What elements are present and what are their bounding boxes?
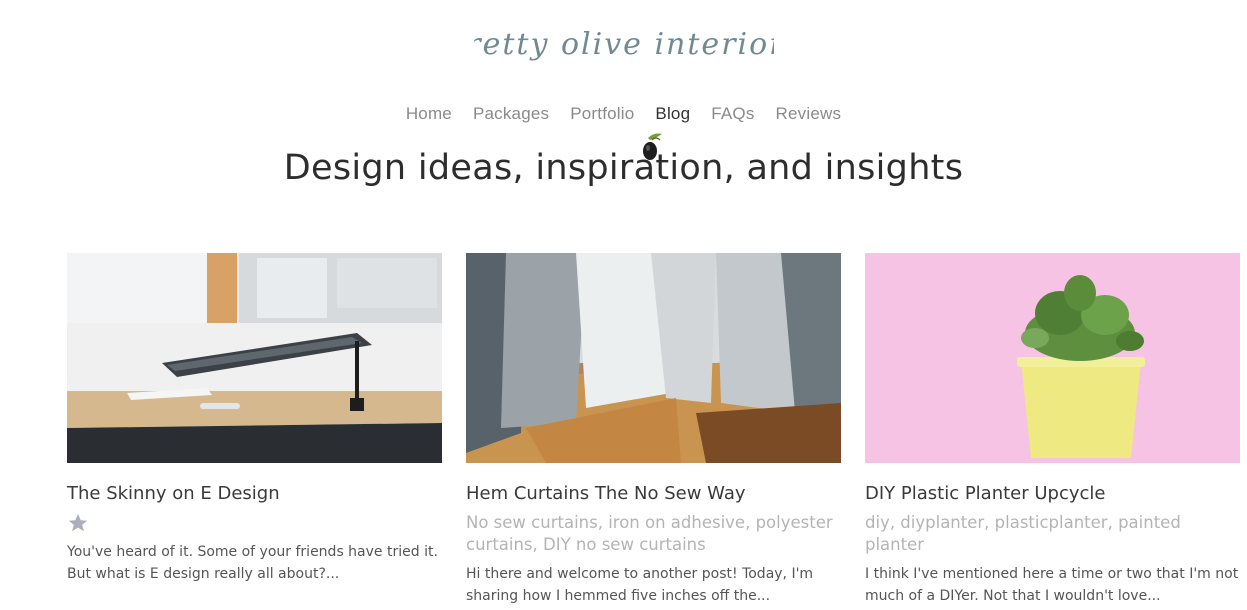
script-logo: pretty olive interiors <box>474 27 774 62</box>
post-image-desk[interactable] <box>67 253 442 463</box>
post-tags[interactable]: No sew curtains, iron on adhesive, polye… <box>466 512 841 556</box>
post-excerpt: I think I've mentioned here a time or tw… <box>865 566 1239 604</box>
post-excerpt: Hi there and welcome to another post! To… <box>466 566 814 604</box>
nav-reviews[interactable]: Reviews <box>776 104 842 124</box>
nav-faqs[interactable]: FAQs <box>711 104 754 124</box>
olive-cursor-icon <box>643 133 662 160</box>
post-title[interactable]: DIY Plastic Planter Upcycle <box>865 483 1240 504</box>
post-title[interactable]: Hem Curtains The No Sew Way <box>466 483 841 504</box>
post-image-planter[interactable] <box>865 253 1240 463</box>
brand-name: pretty olive interiors <box>474 27 774 62</box>
nav-portfolio[interactable]: Portfolio <box>570 104 634 124</box>
nav-packages[interactable]: Packages <box>473 104 549 124</box>
page-title: Design ideas, inspiration, and insights <box>283 148 964 188</box>
nav-home[interactable]: Home <box>406 104 452 124</box>
post-excerpt: You've heard of it. Some of your friends… <box>67 544 438 582</box>
post-card[interactable]: The Skinny on E Design You've heard of i… <box>67 253 442 585</box>
post-image-curtain[interactable] <box>466 253 841 463</box>
main-nav: Home Packages Portfolio Blog FAQs Review… <box>0 104 1247 124</box>
post-card[interactable]: Hem Curtains The No Sew Way No sew curta… <box>466 253 841 607</box>
post-card[interactable]: DIY Plastic Planter Upcycle diy, diyplan… <box>865 253 1240 607</box>
brand-logo[interactable]: pretty olive interiors <box>0 14 1247 88</box>
post-tags[interactable]: diy, diyplanter, plasticplanter, painted… <box>865 512 1240 556</box>
post-title[interactable]: The Skinny on E Design <box>67 483 442 504</box>
star-icon[interactable] <box>67 512 89 534</box>
nav-blog[interactable]: Blog <box>655 104 690 124</box>
